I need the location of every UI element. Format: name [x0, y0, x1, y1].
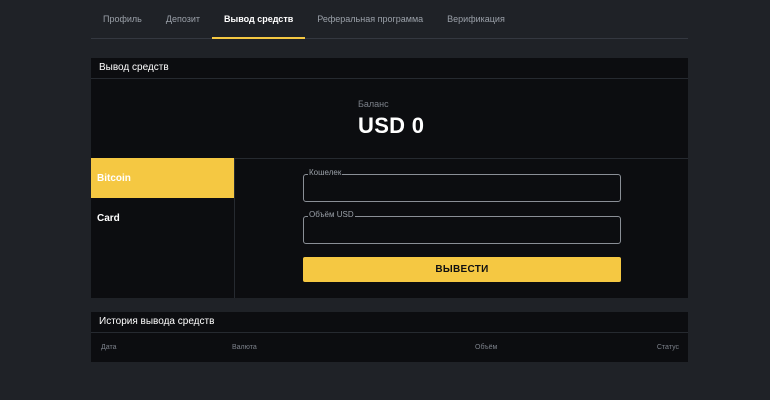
withdraw-history-title: История вывода средств [91, 312, 688, 333]
wallet-field[interactable]: Кошелек [303, 168, 621, 202]
history-col-currency[interactable]: Валюта [232, 344, 257, 351]
withdraw-submit-button[interactable]: ВЫВЕСТИ [303, 257, 621, 282]
withdraw-panel: Вывод средств Баланс USD 0 Bitcoin Card … [91, 58, 688, 298]
payment-methods: Bitcoin Card [91, 158, 235, 298]
tab-verification[interactable]: Верификация [435, 0, 517, 38]
balance-value: USD 0 [358, 113, 425, 138]
withdraw-panel-title: Вывод средств [91, 58, 688, 79]
history-col-status[interactable]: Статус [657, 344, 679, 351]
withdraw-form: Кошелек Объём USD ВЫВЕСТИ [235, 158, 688, 298]
balance-label: Баланс [358, 99, 389, 109]
method-bitcoin[interactable]: Bitcoin [91, 158, 234, 198]
history-table-header: Дата Валюта Объём Статус [91, 333, 688, 362]
method-card[interactable]: Card [91, 198, 234, 238]
tab-referral[interactable]: Реферальная программа [305, 0, 435, 38]
tab-deposit[interactable]: Депозит [154, 0, 212, 38]
wallet-input[interactable] [304, 175, 620, 201]
withdraw-history-panel: История вывода средств Дата Валюта Объём… [91, 312, 688, 362]
history-col-amount[interactable]: Объём [475, 344, 497, 351]
balance-block: Баланс USD 0 [91, 79, 688, 159]
account-page: Профиль Депозит Вывод средств Реферальна… [0, 0, 770, 400]
account-tabs: Профиль Депозит Вывод средств Реферальна… [91, 0, 688, 39]
tab-withdraw[interactable]: Вывод средств [212, 0, 306, 39]
tab-profile[interactable]: Профиль [91, 0, 154, 38]
amount-input[interactable] [304, 217, 620, 243]
amount-field[interactable]: Объём USD [303, 210, 621, 244]
history-col-date[interactable]: Дата [101, 344, 117, 351]
